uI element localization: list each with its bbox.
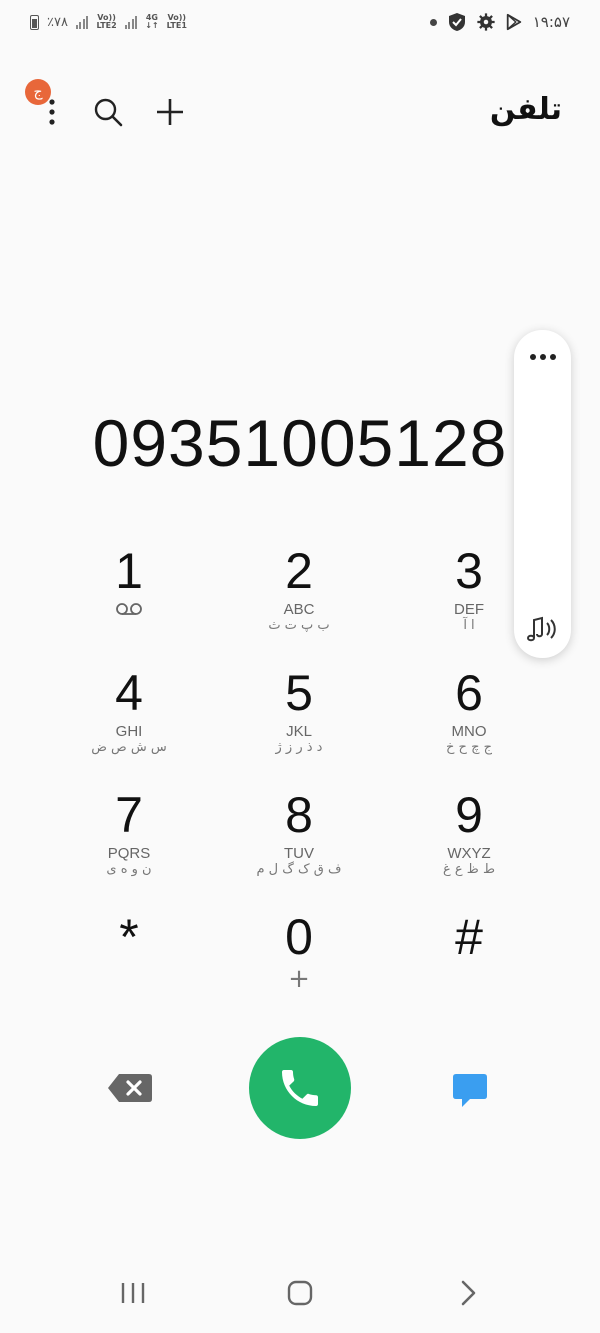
key-persian-letters: ط ظ ع غ bbox=[443, 862, 495, 877]
key-6[interactable]: 6 MNO ج چ ح خ bbox=[384, 662, 554, 784]
home-button[interactable] bbox=[280, 1273, 320, 1313]
sim2-data-indicator: 4G ↓↑ bbox=[145, 13, 159, 30]
key-persian-letters: ج چ ح خ bbox=[446, 740, 492, 755]
status-right: ۱۹:۵۷ bbox=[429, 10, 570, 34]
home-icon bbox=[287, 1280, 313, 1306]
key-digit: * bbox=[119, 909, 139, 965]
key-persian-letters: ف ق ک گ ل م bbox=[256, 862, 342, 877]
notification-dot-icon bbox=[429, 18, 437, 26]
more-vert-icon bbox=[49, 99, 55, 125]
key-hash[interactable]: # bbox=[384, 906, 554, 1028]
key-letters: TUV bbox=[284, 845, 314, 862]
settings-gear-icon bbox=[477, 13, 495, 31]
key-digit: 4 bbox=[115, 665, 143, 721]
key-1[interactable]: 1 bbox=[44, 540, 214, 662]
key-persian-letters: ا آ bbox=[463, 618, 475, 633]
phone-icon bbox=[282, 1070, 318, 1106]
call-button[interactable] bbox=[249, 1037, 351, 1139]
key-digit: # bbox=[455, 909, 483, 965]
key-star[interactable]: * bbox=[44, 906, 214, 1028]
key-letters: JKL bbox=[286, 723, 312, 740]
key-letters: ABC bbox=[283, 601, 315, 618]
key-digit: 9 bbox=[455, 787, 483, 843]
key-letters: DEF bbox=[454, 601, 484, 618]
clock: ۱۹:۵۷ bbox=[532, 13, 570, 31]
key-7[interactable]: 7 PQRS ن و ه ی bbox=[44, 784, 214, 906]
status-left: ٪۷۸ Vo)) LTE2 4G ↓↑ Vo)) LTE1 bbox=[30, 10, 187, 34]
more-options-button[interactable] bbox=[32, 92, 72, 132]
battery-level: ٪۷۸ bbox=[47, 14, 68, 30]
side-panel-more-button[interactable] bbox=[524, 348, 561, 366]
status-bar: ٪۷۸ Vo)) LTE2 4G ↓↑ Vo)) LTE1 ۱۹:۵۷ bbox=[0, 0, 600, 44]
key-2[interactable]: 2 ABC ب پ ت ث bbox=[214, 540, 384, 662]
battery-icon bbox=[30, 14, 39, 30]
shield-check-icon bbox=[448, 13, 465, 31]
key-digit: 8 bbox=[285, 787, 313, 843]
recent-apps-button[interactable] bbox=[113, 1273, 153, 1313]
key-persian-letters: س ش ص ض bbox=[91, 740, 167, 755]
add-icon bbox=[157, 99, 183, 125]
voicemail-icon bbox=[116, 603, 142, 615]
key-letters: MNO bbox=[451, 723, 487, 740]
key-digit: 6 bbox=[455, 665, 483, 721]
key-digit: 7 bbox=[115, 787, 143, 843]
key-digit: 0 bbox=[285, 909, 313, 965]
search-button[interactable] bbox=[88, 92, 128, 132]
key-8[interactable]: 8 TUV ف ق ک گ ل م bbox=[214, 784, 384, 906]
key-persian-letters: د ذ ر ز ژ bbox=[275, 740, 323, 755]
page-title: تلفن bbox=[489, 92, 562, 127]
system-nav-bar bbox=[0, 1253, 600, 1333]
recent-apps-icon bbox=[121, 1283, 145, 1303]
message-icon[interactable] bbox=[450, 1070, 490, 1110]
key-0[interactable]: 0 + bbox=[214, 906, 384, 1028]
play-store-icon bbox=[506, 13, 521, 31]
key-9[interactable]: 9 WXYZ ط ظ ع غ bbox=[384, 784, 554, 906]
key-persian-letters: ب پ ت ث bbox=[268, 618, 330, 633]
back-button[interactable] bbox=[448, 1273, 488, 1313]
key-3[interactable]: 3 DEF ا آ bbox=[384, 540, 554, 662]
key-digit: 5 bbox=[285, 665, 313, 721]
signal-icon bbox=[124, 15, 138, 29]
dial-keypad: 1 2 ABC ب پ ت ث 3 DEF ا آ 4 GHI س ش ص ض … bbox=[44, 540, 554, 1028]
key-letters: WXYZ bbox=[447, 845, 491, 862]
key-letters: GHI bbox=[115, 723, 143, 740]
key-4[interactable]: 4 GHI س ش ص ض bbox=[44, 662, 214, 784]
add-contact-button[interactable] bbox=[150, 92, 190, 132]
key-digit: 3 bbox=[455, 543, 483, 599]
key-digit: 2 bbox=[285, 543, 313, 599]
app-bar: ج تلفن bbox=[0, 70, 600, 154]
key-digit: 1 bbox=[115, 543, 143, 599]
sim2-network-indicator: Vo)) LTE1 bbox=[166, 13, 187, 30]
sim1-network-indicator: Vo)) LTE2 bbox=[96, 13, 117, 30]
backspace-icon[interactable] bbox=[107, 1072, 153, 1104]
key-persian-letters: ن و ه ی bbox=[106, 862, 152, 877]
search-icon bbox=[94, 98, 123, 127]
signal-icon bbox=[75, 15, 89, 29]
key-plus-label: + bbox=[288, 964, 310, 994]
key-letters: PQRS bbox=[107, 845, 151, 862]
dialed-number[interactable]: 09351005128 bbox=[0, 405, 600, 481]
back-icon bbox=[461, 1280, 476, 1306]
key-5[interactable]: 5 JKL د ذ ر ز ژ bbox=[214, 662, 384, 784]
